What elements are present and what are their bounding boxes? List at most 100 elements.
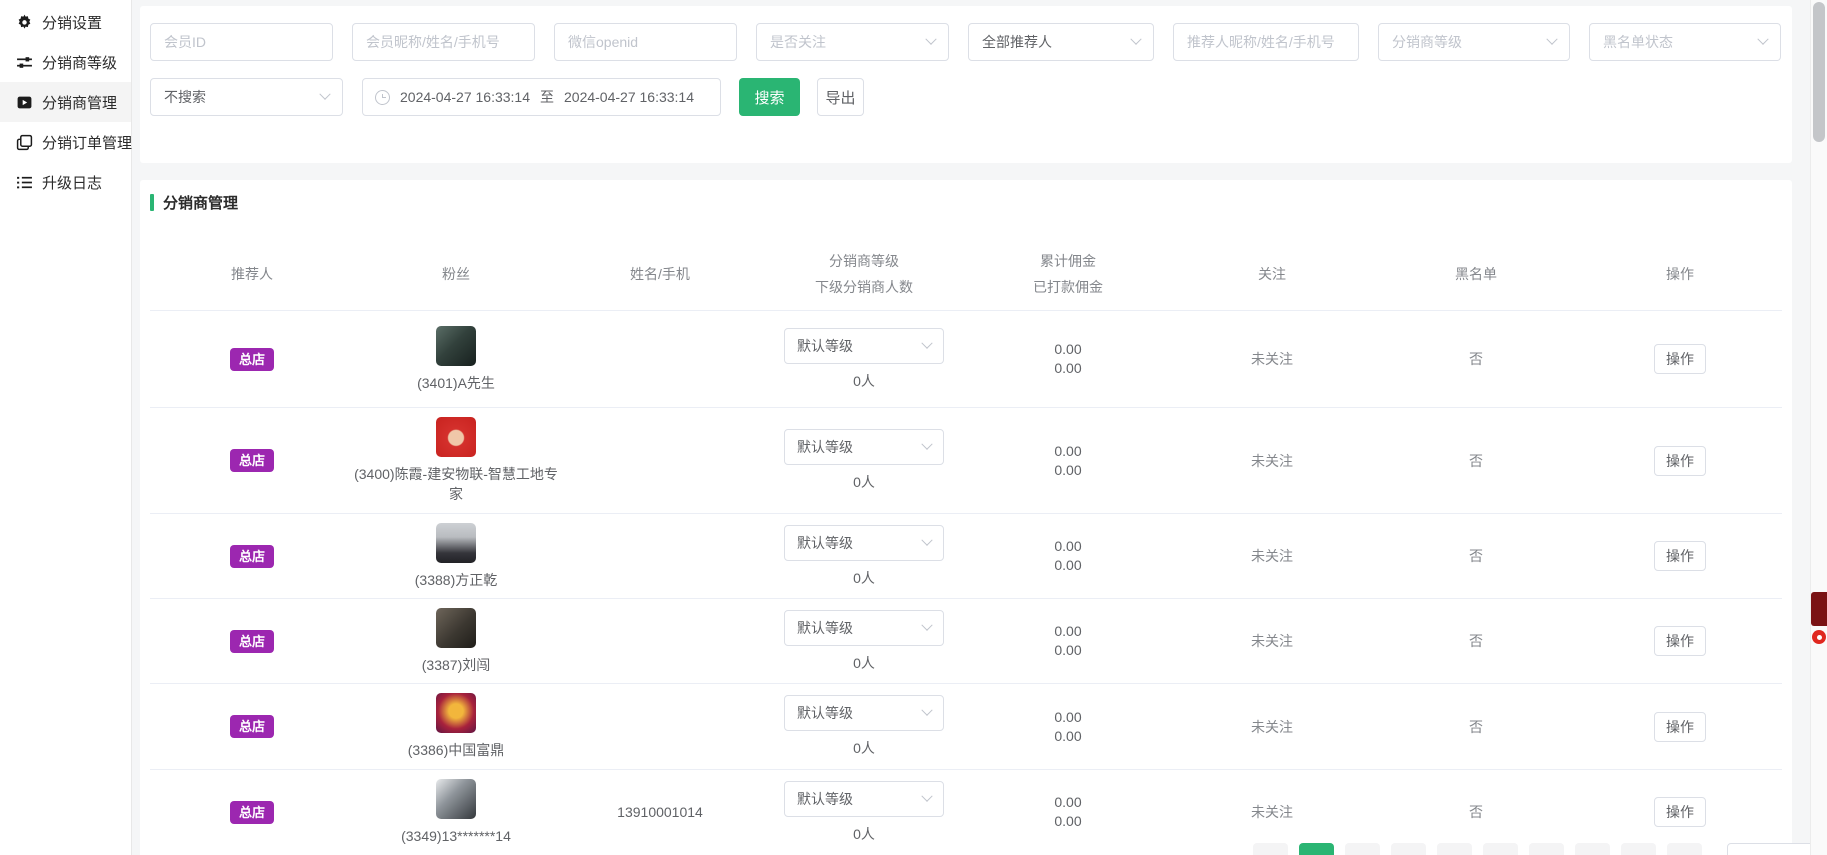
sidebar-item-upgrade-log[interactable]: 升级日志	[0, 162, 131, 202]
level-select[interactable]: 默认等级	[784, 525, 944, 561]
row-action-button[interactable]: 操作	[1654, 541, 1706, 571]
distributor-level-placeholder: 分销商等级	[1392, 32, 1462, 52]
filter-row-2: 不搜索 2024-04-27 16:33:14 至 2024-04-27 16:…	[150, 78, 864, 116]
pagination-page[interactable]	[1345, 843, 1380, 855]
pagination-page[interactable]	[1391, 843, 1426, 855]
col-blacklist: 黑名单	[1374, 261, 1578, 287]
level-select[interactable]: 默认等级	[784, 610, 944, 646]
commission-total: 0.00	[1054, 708, 1081, 727]
pagination-page[interactable]	[1621, 843, 1656, 855]
blacklist-status: 否	[1374, 631, 1578, 651]
sidebar-item-label: 分销商等级	[42, 52, 117, 73]
sidebar-item-distributor-management[interactable]: 分销商管理	[0, 82, 131, 122]
chevron-down-icon	[319, 89, 330, 100]
sidebar-item-distributor-level[interactable]: 分销商等级	[0, 42, 131, 82]
commission-paid: 0.00	[1054, 556, 1081, 575]
table-row: 总店 (3400)陈霞-建安物联-智慧工地专家 默认等级 0人 0.00 0.0…	[150, 407, 1782, 513]
table-row: 总店 (3401)A先生 默认等级 0人 0.00 0.00 未关注 否 操作	[150, 310, 1782, 407]
table-row: 总店 (3387)刘闯 默认等级 0人 0.00 0.00 未关注 否 操作	[150, 598, 1782, 683]
sidebar-item-distribution-settings[interactable]: 分销设置	[0, 2, 131, 42]
fan-avatar	[436, 523, 476, 563]
pagination-page[interactable]	[1483, 843, 1518, 855]
chevron-down-icon	[921, 337, 932, 348]
row-action-button[interactable]: 操作	[1654, 446, 1706, 476]
blacklist-status: 否	[1374, 717, 1578, 737]
gear-icon	[15, 13, 33, 31]
fan-avatar	[436, 608, 476, 648]
search-mode-select[interactable]: 不搜索	[150, 78, 343, 116]
sub-distributor-count: 0人	[853, 568, 875, 588]
page-scrollbar-track[interactable]	[1810, 0, 1827, 855]
member-name-input[interactable]	[366, 34, 521, 50]
col-referrer: 推荐人	[150, 261, 354, 287]
row-action-button[interactable]: 操作	[1654, 626, 1706, 656]
distributor-level-select[interactable]: 分销商等级	[1378, 23, 1570, 61]
commission-total: 0.00	[1054, 340, 1081, 359]
side-widget-tab[interactable]	[1811, 592, 1827, 626]
chevron-down-icon	[921, 534, 932, 545]
col-name-phone: 姓名/手机	[558, 261, 762, 287]
blacklist-status-select[interactable]: 黑名单状态	[1589, 23, 1781, 61]
pagination-page[interactable]	[1529, 843, 1564, 855]
level-select[interactable]: 默认等级	[784, 328, 944, 364]
level-select[interactable]: 默认等级	[784, 695, 944, 731]
fan-avatar	[436, 779, 476, 819]
commission-paid: 0.00	[1054, 359, 1081, 378]
row-action-button[interactable]: 操作	[1654, 712, 1706, 742]
commission-total: 0.00	[1054, 442, 1081, 461]
sidebar-item-distribution-orders[interactable]: 分销订单管理	[0, 122, 131, 162]
follow-status: 未关注	[1170, 349, 1374, 369]
pagination	[1253, 843, 1827, 855]
fan-avatar	[436, 693, 476, 733]
level-select[interactable]: 默认等级	[784, 781, 944, 817]
table-row: 总店 (3388)方正乾 默认等级 0人 0.00 0.00 未关注 否 操作	[150, 513, 1782, 598]
side-widget-red-dot-icon	[1812, 630, 1826, 644]
sub-distributor-count: 0人	[853, 371, 875, 391]
col-action: 操作	[1578, 261, 1782, 287]
page-scrollbar-thumb[interactable]	[1813, 2, 1825, 142]
sub-distributor-count: 0人	[853, 472, 875, 492]
clock-icon	[375, 90, 390, 105]
commission-paid: 0.00	[1054, 461, 1081, 480]
follow-status-select[interactable]: 是否关注	[756, 23, 949, 61]
row-action-button[interactable]: 操作	[1654, 797, 1706, 827]
referrer-name-input[interactable]	[1187, 34, 1345, 50]
referrer-select[interactable]: 全部推荐人	[968, 23, 1154, 61]
sidebar-item-label: 分销商管理	[42, 92, 117, 113]
wechat-openid-input[interactable]	[568, 34, 723, 50]
row-action-button[interactable]: 操作	[1654, 344, 1706, 374]
search-button[interactable]: 搜索	[739, 78, 800, 116]
commission-paid: 0.00	[1054, 727, 1081, 746]
sidebar-item-label: 分销设置	[42, 12, 102, 33]
referrer-badge: 总店	[230, 545, 274, 568]
chevron-down-icon	[921, 619, 932, 630]
follow-status-placeholder: 是否关注	[770, 32, 826, 52]
sub-distributor-count: 0人	[853, 653, 875, 673]
commission-paid: 0.00	[1054, 641, 1081, 660]
col-fans: 粉丝	[354, 261, 558, 287]
pagination-next[interactable]	[1667, 843, 1702, 855]
pagination-page-active[interactable]	[1299, 843, 1334, 855]
level-select[interactable]: 默认等级	[784, 429, 944, 465]
distributor-management-panel: 分销商管理 推荐人 粉丝 姓名/手机 分销商等级 下级分销商人数 累计佣金 已打…	[140, 180, 1792, 855]
date-range-picker[interactable]: 2024-04-27 16:33:14 至 2024-04-27 16:33:1…	[362, 78, 721, 116]
pagination-prev[interactable]	[1253, 843, 1288, 855]
export-button[interactable]: 导出	[817, 78, 864, 116]
referrer-badge: 总店	[230, 449, 274, 472]
follow-status: 未关注	[1170, 717, 1374, 737]
fan-avatar	[436, 417, 476, 457]
follow-status: 未关注	[1170, 546, 1374, 566]
referrer-select-value: 全部推荐人	[982, 32, 1052, 52]
sub-distributor-count: 0人	[853, 738, 875, 758]
wechat-openid-input-wrap	[554, 23, 737, 61]
list-icon	[15, 173, 33, 191]
member-id-input[interactable]	[164, 34, 319, 50]
chevron-down-icon	[921, 705, 932, 716]
accent-bar	[150, 194, 154, 211]
follow-status: 未关注	[1170, 451, 1374, 471]
pagination-page[interactable]	[1437, 843, 1472, 855]
blacklist-status-placeholder: 黑名单状态	[1603, 32, 1673, 52]
chevron-down-icon	[921, 439, 932, 450]
floating-side-widget[interactable]	[1811, 592, 1827, 650]
pagination-page[interactable]	[1575, 843, 1610, 855]
